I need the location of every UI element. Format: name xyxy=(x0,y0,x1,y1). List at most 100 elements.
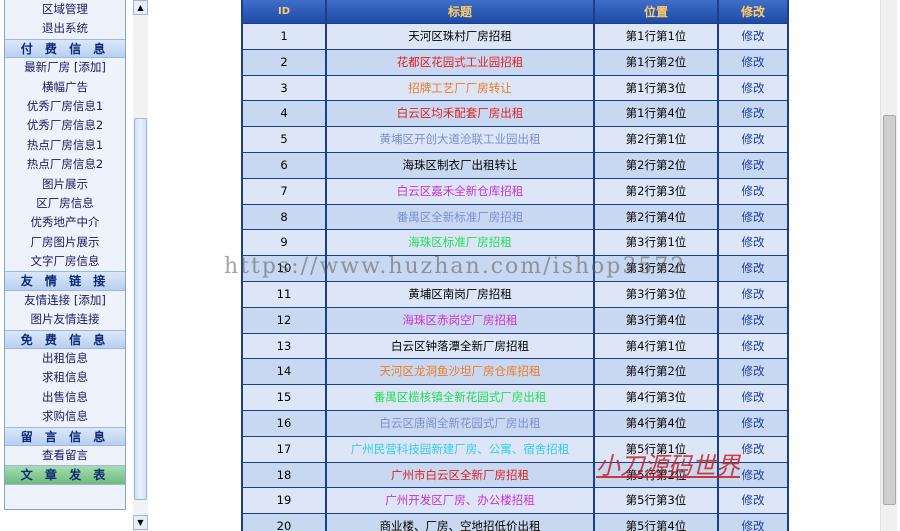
row-edit-cell: 修改 xyxy=(719,24,787,49)
sidebar-menu-item[interactable]: 区厂房信息 xyxy=(5,194,125,213)
row-edit-cell: 修改 xyxy=(719,282,787,307)
sidebar-section-header: 付 费 信 息 xyxy=(5,38,125,59)
sidebar-menu-item[interactable]: 图片友情连接 xyxy=(5,310,125,329)
row-position: 第2行第3位 xyxy=(595,178,719,204)
sidebar-menu-item[interactable]: 求购信息 xyxy=(5,407,125,426)
row-position: 第1行第4位 xyxy=(595,101,719,127)
sidebar-menu-item[interactable]: 热点厂房信息1 xyxy=(5,136,125,155)
sidebar-section-header: 留 言 信 息 xyxy=(5,426,125,446)
row-edit-cell: 修改 xyxy=(719,50,787,75)
sidebar-scrollbar[interactable]: ▲ ▼ xyxy=(133,0,148,531)
edit-link[interactable]: 修改 xyxy=(742,81,765,95)
sidebar-menu-item[interactable]: 优秀厂房信息1 xyxy=(5,97,125,116)
sidebar-section-header: 友 情 链 接 xyxy=(5,271,125,291)
table-row: 2 花都区花园式工业园招租 第1行第2位 修改 xyxy=(243,49,787,76)
row-title: 广州市白云区全新厂房招租 xyxy=(327,462,595,488)
sidebar-scrollbar-thumb[interactable] xyxy=(134,118,147,500)
edit-link[interactable]: 修改 xyxy=(742,519,765,531)
row-edit-cell: 修改 xyxy=(719,488,787,513)
edit-link[interactable]: 修改 xyxy=(742,235,765,249)
sidebar-menu-item[interactable]: 图片展示 xyxy=(5,175,125,194)
row-title: 黄埔区南岗厂房招租 xyxy=(327,281,595,307)
row-position: 第4行第1位 xyxy=(595,333,719,359)
sidebar-menu-item[interactable]: 厂房图片展示 xyxy=(5,233,125,252)
brand-watermark: 小刀源码世界 xyxy=(596,452,740,480)
sidebar-menu-item[interactable]: 热点厂房信息2 xyxy=(5,155,125,174)
row-title: 商业楼、厂房、空地招低价出租 xyxy=(327,514,595,531)
sidebar-menu-item[interactable]: 退出系统 xyxy=(5,19,125,38)
row-id: 2 xyxy=(243,49,327,75)
edit-link[interactable]: 修改 xyxy=(742,210,765,224)
row-id: 8 xyxy=(243,204,327,230)
table-row: 8 番禺区全新标准厂房招租 第2行第4位 修改 xyxy=(243,204,787,231)
edit-link[interactable]: 修改 xyxy=(742,158,765,172)
table-row: 5 黄埔区开创大道沧联工业园出租 第2行第1位 修改 xyxy=(243,127,787,153)
url-watermark: https://www.huzhan.com/ishop3572 xyxy=(224,254,687,279)
edit-link[interactable]: 修改 xyxy=(742,184,765,198)
sidebar-menu-item[interactable]: 文字厂房信息 xyxy=(5,252,125,271)
row-id: 6 xyxy=(243,152,327,178)
row-edit-cell: 修改 xyxy=(719,256,787,281)
row-title: 白云区均禾配套厂房出租 xyxy=(327,101,595,127)
sidebar-menu-item[interactable]: 查看留言 xyxy=(5,446,125,465)
row-edit-cell: 修改 xyxy=(719,76,787,101)
row-edit-cell: 修改 xyxy=(719,411,787,436)
row-position: 第4行第3位 xyxy=(595,385,719,410)
edit-link[interactable]: 修改 xyxy=(742,29,765,43)
edit-link[interactable]: 修改 xyxy=(742,132,765,146)
row-position: 第4行第2位 xyxy=(595,359,719,385)
row-title: 广州民营科技园新建厂房、公寓、宿舍招租 xyxy=(327,436,595,462)
page-scrollbar-thumb[interactable] xyxy=(883,115,896,505)
sidebar-menu-item[interactable]: 区域管理 xyxy=(5,0,125,19)
sidebar-menu-item[interactable]: 出售信息 xyxy=(5,388,125,407)
edit-link[interactable]: 修改 xyxy=(742,261,765,275)
edit-link[interactable]: 修改 xyxy=(742,106,765,120)
row-id: 17 xyxy=(243,436,327,462)
edit-link[interactable]: 修改 xyxy=(742,287,765,301)
sidebar-section-header: 免 费 信 息 xyxy=(5,329,125,350)
row-id: 13 xyxy=(243,333,327,359)
row-position: 第2行第1位 xyxy=(595,127,719,152)
row-position: 第4行第4位 xyxy=(595,410,719,436)
edit-link[interactable]: 修改 xyxy=(742,468,765,482)
row-edit-cell: 修改 xyxy=(719,308,787,333)
row-id: 3 xyxy=(243,75,327,101)
row-edit-cell: 修改 xyxy=(719,101,787,126)
table-row: 16 白云区唐阁全新花园式厂房出租 第4行第4位 修改 xyxy=(243,410,787,437)
edit-link[interactable]: 修改 xyxy=(742,390,765,404)
table-row: 6 海珠区制衣厂出租转让 第2行第2位 修改 xyxy=(243,152,787,179)
edit-link[interactable]: 修改 xyxy=(742,313,765,327)
sidebar-menu-item[interactable]: 出租信息 xyxy=(5,349,125,368)
edit-link[interactable]: 修改 xyxy=(742,55,765,69)
row-title: 招牌工艺厂厂房转让 xyxy=(327,75,595,101)
table-header-row: ID 标题 位置 修改 xyxy=(243,0,787,24)
sidebar-menu-item[interactable]: 友情连接 [添加] xyxy=(5,291,125,310)
admin-sidebar-menu: 区域管理 退出系统付 费 信 息最新厂房 [添加] 横幅广告 优秀厂房信息1 优秀厂房信… xyxy=(4,0,126,510)
row-title: 海珠区标准厂房招租 xyxy=(327,230,595,256)
row-edit-cell: 修改 xyxy=(719,127,787,152)
edit-link[interactable]: 修改 xyxy=(742,364,765,378)
sidebar-menu-item[interactable]: 求租信息 xyxy=(5,368,125,387)
row-id: 20 xyxy=(243,514,327,531)
scroll-up-arrow-icon[interactable]: ▲ xyxy=(133,0,148,15)
row-position: 第5行第3位 xyxy=(595,488,719,514)
table-row: 9 海珠区标准厂房招租 第3行第1位 修改 xyxy=(243,230,787,257)
edit-link[interactable]: 修改 xyxy=(742,416,765,430)
table-row: 20 商业楼、厂房、空地招低价出租 第5行第4位 修改 xyxy=(243,514,787,531)
table-row: 12 海珠区赤岗空厂房招租 第3行第4位 修改 xyxy=(243,307,787,334)
row-position: 第5行第4位 xyxy=(595,514,719,531)
row-id: 18 xyxy=(243,462,327,488)
sidebar-menu-item[interactable]: 最新厂房 [添加] xyxy=(5,58,125,77)
sidebar-menu-item[interactable]: 优秀地产中介 xyxy=(5,213,125,232)
sidebar-menu-item[interactable]: 横幅广告 xyxy=(5,78,125,97)
header-title: 标题 xyxy=(327,0,595,23)
sidebar-menu-item[interactable]: 优秀厂房信息2 xyxy=(5,116,125,135)
page-scrollbar[interactable] xyxy=(880,0,897,531)
scroll-down-arrow-icon[interactable]: ▼ xyxy=(133,515,148,530)
table-row: 15 番禺区榄核镇全新花园式厂房出租 第4行第3位 修改 xyxy=(243,385,787,411)
edit-link[interactable]: 修改 xyxy=(742,442,765,456)
edit-link[interactable]: 修改 xyxy=(742,493,765,507)
sidebar-section-header[interactable]: 文 章 发 表 xyxy=(5,465,125,485)
edit-link[interactable]: 修改 xyxy=(742,339,765,353)
row-title: 白云区嘉禾全新仓库招租 xyxy=(327,178,595,204)
